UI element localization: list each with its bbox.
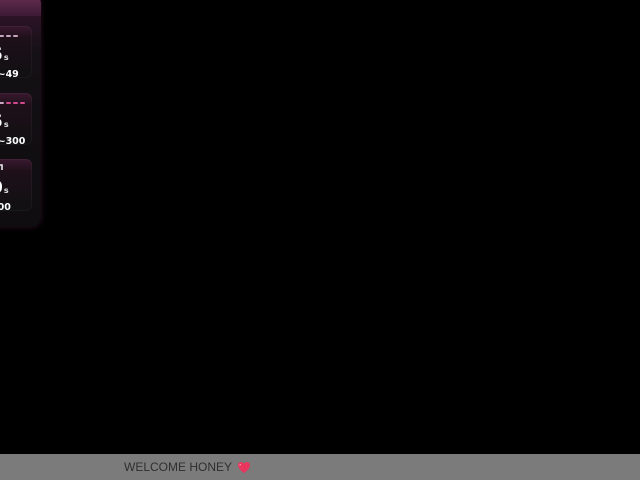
welcome-text: WELCOME HONEY	[124, 460, 233, 474]
tip-card-2[interactable]: 5s 0~300	[0, 93, 32, 145]
heart-icon	[238, 461, 251, 473]
tip-card-1[interactable]: 5s 0~49	[0, 26, 32, 78]
tip-range: 0~300	[0, 136, 26, 145]
tip-amount: 5s	[0, 114, 9, 131]
welcome-ticker-bar: WELCOME HONEY	[0, 454, 640, 480]
tip-range: 100	[0, 202, 11, 211]
tip-menu-header	[0, 0, 41, 16]
stair-icon	[0, 164, 3, 170]
dash-row-icon	[0, 35, 18, 37]
tip-amount: 0s	[0, 180, 9, 197]
tip-range: 0~49	[0, 69, 19, 78]
pink-dash-row-icon	[0, 102, 25, 104]
tip-card-3[interactable]: 0s 100	[0, 159, 32, 211]
tip-amount: 5s	[0, 47, 9, 64]
stream-overlay: 5s 0~49 5s 0~300 0s 100 WELCOME HONEY	[0, 0, 640, 480]
welcome-message: WELCOME HONEY	[124, 460, 251, 474]
